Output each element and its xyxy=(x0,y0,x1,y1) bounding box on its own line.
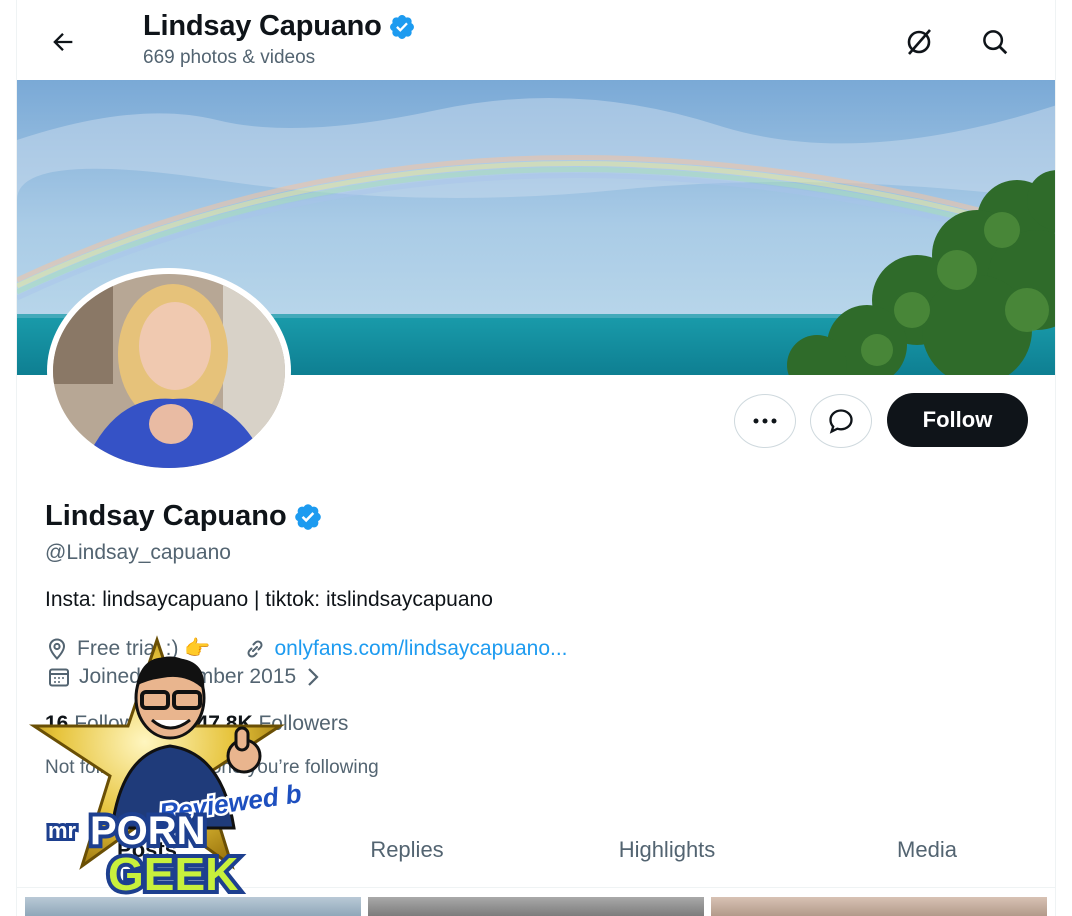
media-thumbnail[interactable] xyxy=(368,897,704,916)
profile-bio: Insta: lindsaycapuano | tiktok: itslinds… xyxy=(45,588,493,611)
profile-name: Lindsay Capuano xyxy=(45,500,287,532)
back-arrow-icon xyxy=(53,33,73,51)
avatar-image xyxy=(53,274,285,468)
header-subtitle: 669 photos & videos xyxy=(143,47,316,68)
media-thumbnail[interactable] xyxy=(711,897,1047,916)
more-button[interactable] xyxy=(734,394,796,448)
profile-avatar[interactable] xyxy=(47,268,291,474)
profile-handle: @Lindsay_capuano xyxy=(45,541,231,564)
message-button[interactable] xyxy=(810,394,872,448)
watermark-brand-geek: GEEK xyxy=(108,848,238,900)
profile-name-row: Lindsay Capuano xyxy=(45,500,323,533)
more-icon xyxy=(753,418,777,424)
profile-website-link[interactable]: onlyfans.com/lindsaycapuano... xyxy=(275,637,568,661)
no-grok-icon xyxy=(907,29,931,55)
verified-badge-icon xyxy=(389,14,414,39)
follow-button[interactable]: Follow xyxy=(887,393,1028,447)
grok-button[interactable] xyxy=(897,20,941,64)
tab-media[interactable]: Media xyxy=(797,812,1055,887)
reviewed-by-watermark: Reviewed by mr PORN GEEK xyxy=(28,635,302,904)
header-title-block: Lindsay Capuano 669 photos & videos xyxy=(143,10,416,69)
top-header: Lindsay Capuano 669 photos & videos xyxy=(17,0,1055,80)
tab-replies[interactable]: Replies xyxy=(277,812,537,887)
watermark-brand-porn: PORN xyxy=(90,809,206,853)
message-icon xyxy=(829,409,853,434)
tab-highlights[interactable]: Highlights xyxy=(537,812,797,887)
watermark-brand-mr: mr xyxy=(48,818,77,843)
back-button[interactable] xyxy=(41,20,85,64)
search-button[interactable] xyxy=(973,20,1017,64)
search-icon xyxy=(983,30,1008,55)
header-title: Lindsay Capuano xyxy=(143,10,382,42)
verified-badge-icon[interactable] xyxy=(293,502,323,532)
chevron-right-icon[interactable] xyxy=(304,666,322,688)
